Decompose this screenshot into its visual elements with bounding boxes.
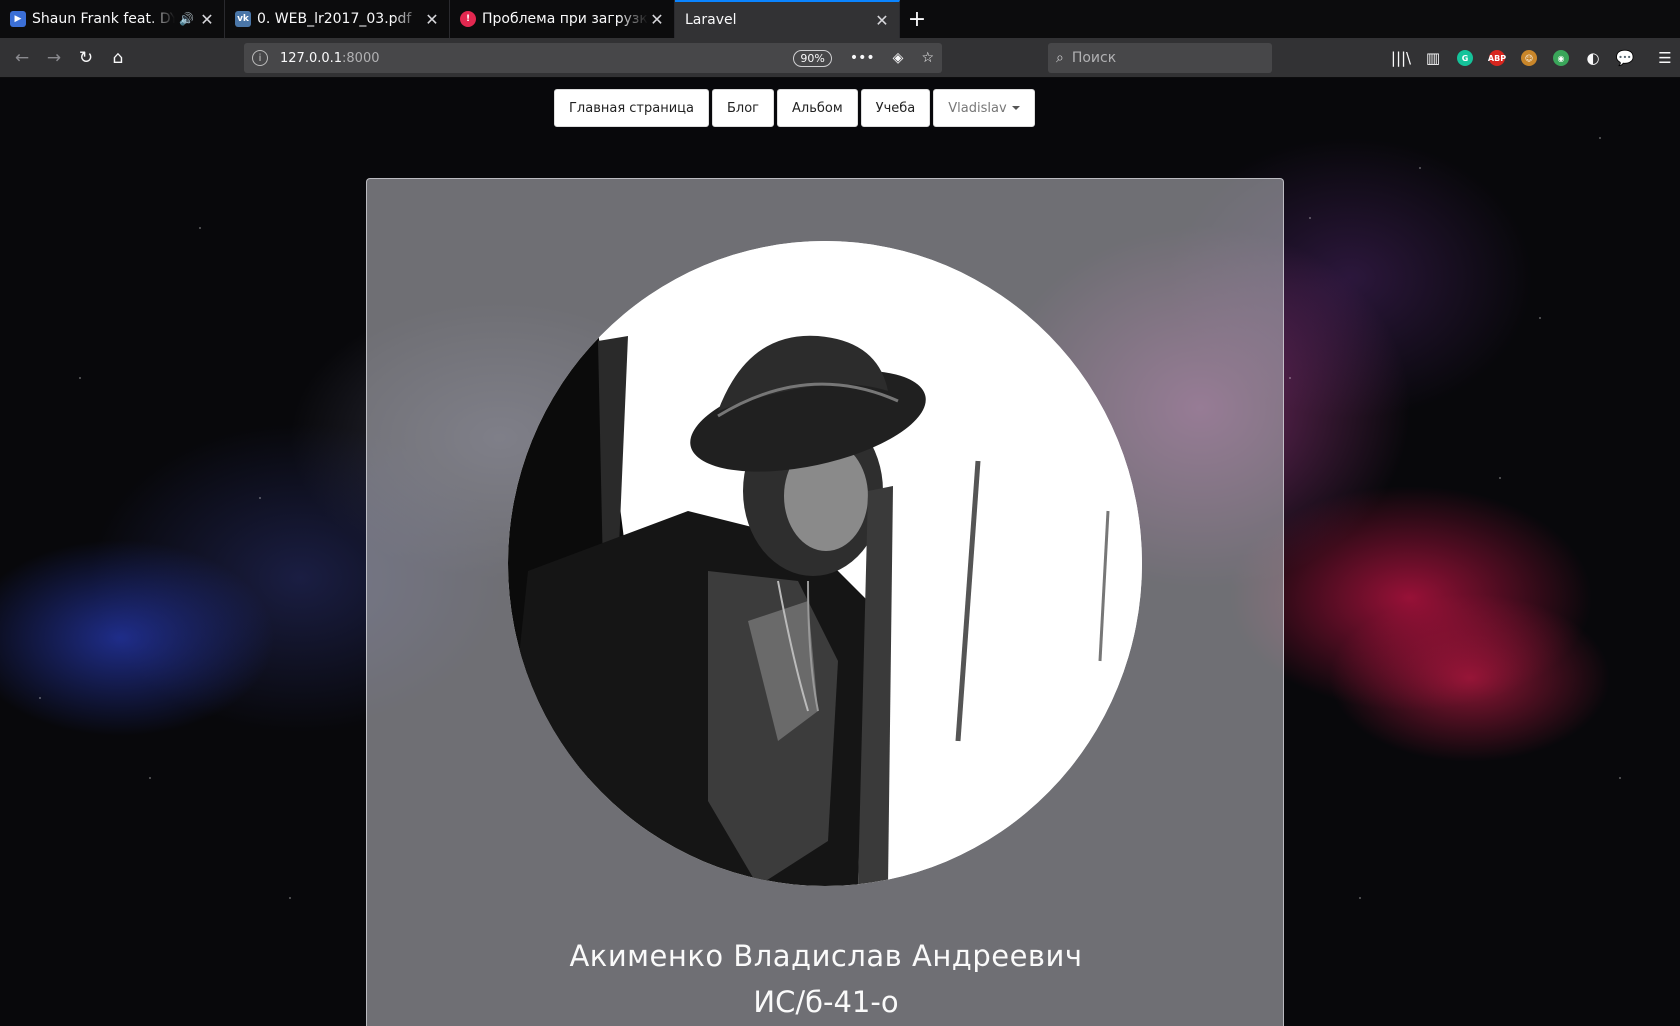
user-dropdown[interactable]: Vladislav [933,89,1035,127]
arrow-right-icon: → [46,47,62,68]
navigation-toolbar: ← → ↻ ⌂ i 127.0.0.1:8000 90% ••• ◈ ☆ ⌕ П… [0,38,1680,78]
adblock-icon[interactable]: ABP [1481,42,1513,74]
search-placeholder: Поиск [1071,50,1117,66]
profile-full-name: Акименко Владислав Андреевич [569,939,1083,973]
tab-title: Проблема при загрузке [482,11,648,27]
chat-icon[interactable]: 💬 [1609,42,1641,74]
close-icon[interactable]: ✕ [423,10,441,29]
nav-home[interactable]: Главная страница [554,89,709,127]
avatar [508,241,1142,886]
profile-group: ИС/б-41-о [753,985,899,1019]
close-icon[interactable]: ✕ [648,10,666,29]
back-button[interactable]: ← [6,42,38,74]
tampermonkey-icon[interactable]: ☺ [1513,42,1545,74]
bookmark-star-icon[interactable]: ☆ [921,50,934,66]
vk-icon: vk [235,11,251,27]
url-port: :8000 [342,50,380,66]
caret-down-icon [1011,106,1020,110]
reload-button[interactable]: ↻ [70,42,102,74]
speaker-icon[interactable]: 🔊 [179,12,194,26]
url-bar[interactable]: i 127.0.0.1:8000 90% ••• ◈ ☆ [244,43,942,73]
tab-title: Shaun Frank feat. DYSON [32,11,176,27]
close-icon[interactable]: ✕ [873,11,891,30]
extension-green-icon[interactable]: ◉ [1545,42,1577,74]
reload-icon: ↻ [78,47,94,68]
page-actions-icon[interactable]: ••• [850,50,875,66]
sidebar-icon[interactable]: ▥ [1417,42,1449,74]
sync-icon[interactable]: ◐ [1577,42,1609,74]
nav-album[interactable]: Альбом [777,89,858,127]
nav-study[interactable]: Учеба [860,89,931,127]
avatar-photo [508,241,1142,886]
library-icon[interactable]: |||\ [1385,42,1417,74]
tab-music[interactable]: ▶ Shaun Frank feat. DYSON 🔊 ✕ [0,0,225,38]
page-viewport: Главная страница Блог Альбом Учеба Vladi… [0,78,1680,1026]
zoom-indicator[interactable]: 90% [793,49,832,67]
tab-title: Laravel [685,12,737,28]
toolbar-extensions: |||\ ▥ G ABP ☺ ◉ ◐ 💬 ☰ [1385,38,1680,78]
play-icon: ▶ [10,11,26,27]
tab-pdf[interactable]: vk 0. WEB_lr2017_03.pdf ✕ [225,0,450,38]
user-name: Vladislav [948,100,1007,116]
search-icon: ⌕ [1056,50,1064,66]
tab-strip: ▶ Shaun Frank feat. DYSON 🔊 ✕ vk 0. WEB_… [0,0,1680,38]
tab-error[interactable]: ! Проблема при загрузке ✕ [450,0,675,38]
home-icon: ⌂ [112,47,124,68]
nav-blog[interactable]: Блог [712,89,775,127]
search-bar[interactable]: ⌕ Поиск [1048,43,1272,73]
info-icon[interactable]: i [252,50,268,66]
home-button[interactable]: ⌂ [102,42,134,74]
grammarly-icon[interactable]: G [1449,42,1481,74]
menu-icon[interactable]: ☰ [1649,42,1680,74]
site-navigation: Главная страница Блог Альбом Учеба Vladi… [554,89,1035,127]
pocket-icon[interactable]: ◈ [893,50,904,66]
tab-laravel[interactable]: Laravel ✕ [675,0,900,38]
warning-icon: ! [460,11,476,27]
new-tab-button[interactable]: + [900,0,934,38]
close-icon[interactable]: ✕ [198,10,216,29]
tab-title: 0. WEB_lr2017_03.pdf [257,11,412,27]
forward-button[interactable]: → [38,42,70,74]
profile-card: Акименко Владислав Андреевич ИС/б-41-о [366,178,1284,1026]
url-host: 127.0.0.1 [280,50,343,66]
arrow-left-icon: ← [14,47,30,68]
